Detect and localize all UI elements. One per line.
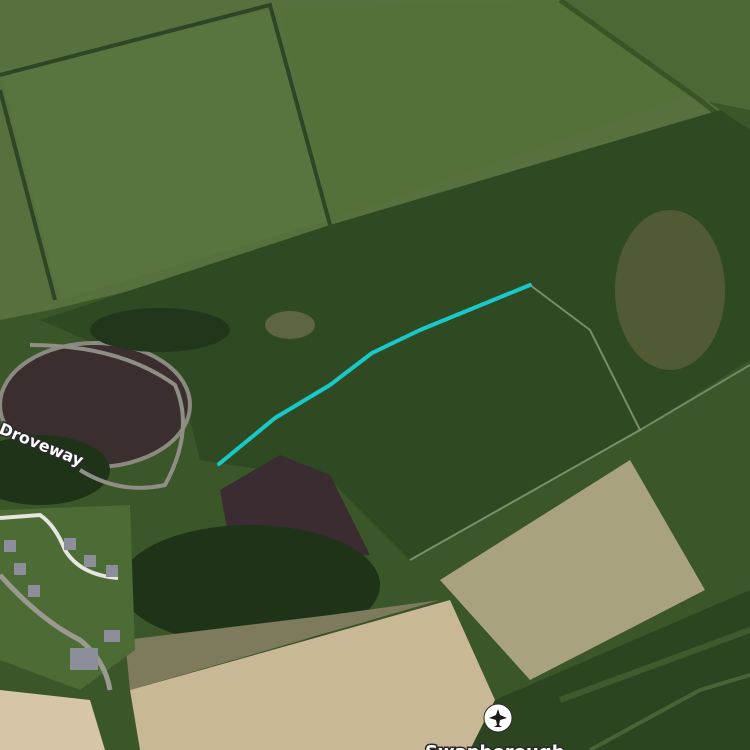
- road-label-droveway: Droveway: [0, 419, 87, 470]
- highlighted-route[interactable]: [217, 283, 532, 466]
- route-overlay: Droveway Swanborough: [0, 283, 566, 750]
- satellite-map[interactable]: Droveway Swanborough: [0, 0, 750, 750]
- airplane-icon[interactable]: [483, 703, 513, 733]
- airfield-label: Swanborough: [425, 742, 565, 750]
